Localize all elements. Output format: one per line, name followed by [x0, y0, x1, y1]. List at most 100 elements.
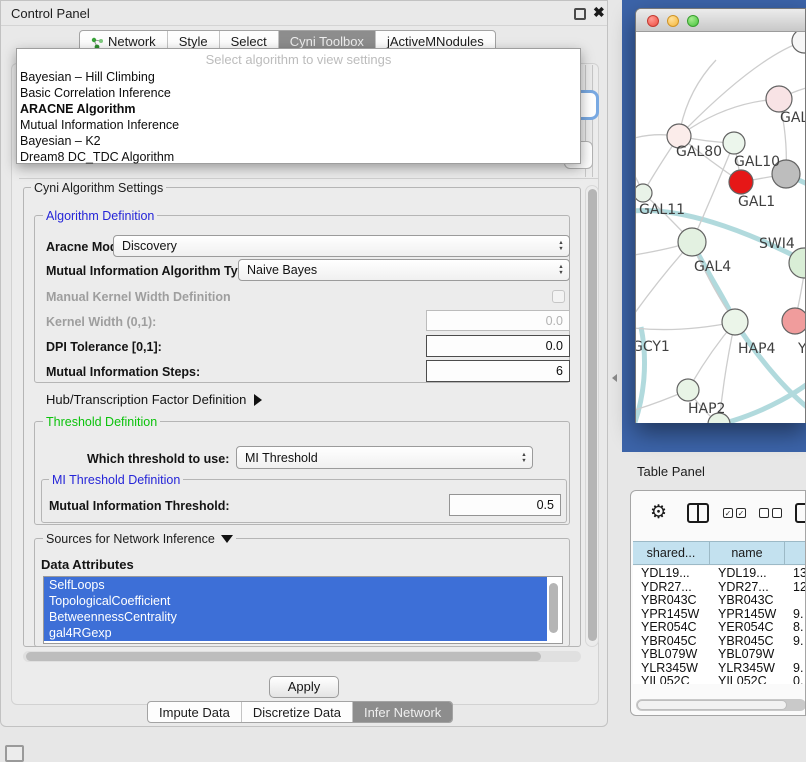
sources-group-title[interactable]: Sources for Network Inference: [43, 532, 236, 546]
table-row[interactable]: YBL079WYBL079W: [633, 647, 806, 661]
section-divider: [19, 178, 599, 179]
aracne-mode-select[interactable]: Discovery ▲▼: [113, 235, 570, 257]
table-cell: 9.: [785, 634, 806, 648]
zoom-window-icon[interactable]: [687, 15, 699, 27]
hub-definition-toggle[interactable]: Hub/Transcription Factor Definition: [46, 392, 262, 407]
table-cell: 9.: [785, 661, 806, 675]
tab-infer-network[interactable]: Infer Network: [353, 702, 452, 722]
kernel-width-label: Kernel Width (0,1):: [46, 315, 156, 329]
settings-vscrollbar-thumb[interactable]: [588, 189, 597, 641]
network-canvas[interactable]: GALGAL80GAL10GAL1GAL11GAL4SWI4GCY1HAP4YH…: [636, 32, 805, 423]
algorithm-option[interactable]: Mutual Information Inference: [17, 117, 580, 133]
table-cell: YDR27...: [633, 580, 710, 594]
attributes-vscrollbar-thumb[interactable]: [549, 583, 558, 633]
minimized-panel-icon[interactable]: [5, 745, 24, 762]
table-cell: YBR043C: [633, 593, 710, 607]
network-node-label: GAL4: [694, 259, 731, 275]
table-cell: YIL052C: [633, 674, 710, 684]
data-attribute-option[interactable]: gal4RGexp: [44, 625, 547, 641]
table-hscrollbar-thumb[interactable]: [637, 700, 787, 710]
table-cell: YBR045C: [710, 634, 785, 648]
network-desktop-background: GALGAL80GAL10GAL1GAL11GAL4SWI4GCY1HAP4YH…: [622, 0, 806, 452]
mi-threshold-field[interactable]: 0.5: [449, 494, 561, 516]
deselect-all-checkboxes-icon[interactable]: [759, 508, 782, 518]
table-cell: YPR145W: [710, 607, 785, 621]
table-toolbar: ⚙ ✓✓: [631, 491, 805, 537]
new-column-icon[interactable]: [795, 503, 806, 523]
settings-hscrollbar-thumb[interactable]: [26, 652, 541, 661]
table-horizontal-scrollbar[interactable]: [636, 699, 806, 711]
minimize-window-icon[interactable]: [667, 15, 679, 27]
split-pane-collapse-icon[interactable]: [612, 374, 617, 382]
data-attribute-option[interactable]: BetweennessCentrality: [44, 609, 547, 625]
algorithm-option[interactable]: ARACNE Algorithm: [17, 101, 580, 117]
network-node-gal[interactable]: [766, 86, 792, 112]
algorithm-option[interactable]: Basic Correlation Inference: [17, 85, 580, 101]
kernel-width-field[interactable]: 0.0: [426, 310, 570, 331]
control-panel-title: Control Panel: [11, 6, 90, 21]
mi-algorithm-type-select[interactable]: Naive Bayes ▲▼: [238, 259, 570, 281]
table-column-header[interactable]: shared...: [633, 542, 710, 564]
network-node-gal11[interactable]: [636, 184, 652, 202]
settings-horizontal-scrollbar[interactable]: [23, 651, 581, 662]
network-node-gal10[interactable]: [723, 132, 745, 154]
algorithm-option[interactable]: Dream8 DC_TDC Algorithm: [17, 149, 580, 165]
table-cell: YBL079W: [633, 647, 710, 661]
table-row[interactable]: YIL052CYIL052C0.: [633, 674, 806, 684]
table-cell: YER054C: [710, 620, 785, 634]
table-row[interactable]: YPR145WYPR145W9.: [633, 607, 806, 621]
tab-impute-data[interactable]: Impute Data: [148, 702, 242, 722]
apply-button[interactable]: Apply: [269, 676, 339, 698]
network-node-gal1[interactable]: [729, 170, 753, 194]
table-row[interactable]: YDL19...YDL19...13: [633, 566, 806, 580]
network-node-y[interactable]: [782, 308, 805, 334]
control-panel-titlebar: Control Panel ✖: [1, 1, 607, 26]
table-body: YDL19...YDL19...13YDR27...YDR27...12YBR0…: [633, 566, 806, 684]
gear-icon[interactable]: ⚙: [650, 501, 667, 524]
tab-discretize-data[interactable]: Discretize Data: [242, 702, 353, 722]
mi-algorithm-type-label: Mutual Information Algorithm Type:: [46, 264, 256, 278]
table-cell: [785, 593, 806, 607]
table-cell: 13: [785, 566, 806, 580]
algorithm-option[interactable]: Bayesian – Hill Climbing: [17, 69, 580, 85]
network-node-hap4[interactable]: [722, 309, 748, 335]
data-attribute-option[interactable]: TopologicalCoefficient: [44, 593, 547, 609]
network-node-label: HAP4: [738, 341, 775, 357]
table-panel-window: ⚙ ✓✓ shared...name YDL19...YDL19...13YDR…: [630, 490, 806, 716]
split-columns-icon[interactable]: [687, 503, 709, 523]
close-window-icon[interactable]: [647, 15, 659, 27]
table-row[interactable]: YER054CYER054C8.: [633, 620, 806, 634]
cyni-settings-group-title: Cyni Algorithm Settings: [31, 181, 166, 195]
algorithm-option[interactable]: Bayesian – K2: [17, 133, 580, 149]
dpi-tolerance-field[interactable]: 0.0: [426, 335, 570, 357]
combo-arrows-icon: ▲▼: [516, 452, 532, 464]
data-attributes-list[interactable]: SelfLoopsTopologicalCoefficientBetweenne…: [43, 576, 563, 644]
table-column-header[interactable]: name: [710, 542, 785, 564]
table-row[interactable]: YDR27...YDR27...12: [633, 580, 806, 594]
close-panel-icon[interactable]: ✖: [593, 4, 605, 21]
table-cell: YBR045C: [633, 634, 710, 648]
network-node-hap2[interactable]: [677, 379, 699, 401]
mi-steps-field[interactable]: 6: [426, 360, 570, 382]
network-node-label: GAL11: [639, 202, 685, 218]
which-threshold-select[interactable]: MI Threshold ▲▼: [236, 446, 533, 469]
table-row[interactable]: YBR043CYBR043C: [633, 593, 806, 607]
table-row[interactable]: YBR045CYBR045C9.: [633, 634, 806, 648]
table-header-row: shared...name: [633, 541, 806, 565]
table-cell: YPR145W: [633, 607, 710, 621]
network-window-titlebar[interactable]: [636, 9, 805, 32]
settings-vertical-scrollbar[interactable]: [585, 185, 599, 647]
float-panel-icon[interactable]: [574, 8, 586, 20]
collapsed-arrow-icon: [254, 394, 262, 406]
network-node-label: GAL: [780, 110, 805, 126]
network-node[interactable]: [792, 32, 805, 53]
manual-kernel-checkbox[interactable]: [552, 290, 565, 303]
network-node-gal4[interactable]: [678, 228, 706, 256]
select-all-checkboxes-icon[interactable]: ✓✓: [723, 508, 746, 518]
table-row[interactable]: YLR345WYLR345W9.: [633, 661, 806, 675]
table-cell: YDL19...: [710, 566, 785, 580]
control-panel-window: Control Panel ✖ Network Style Select Cyn…: [0, 0, 608, 727]
table-column-header[interactable]: [785, 542, 806, 564]
data-attribute-option[interactable]: SelfLoops: [44, 577, 547, 593]
data-attributes-label: Data Attributes: [41, 557, 134, 572]
